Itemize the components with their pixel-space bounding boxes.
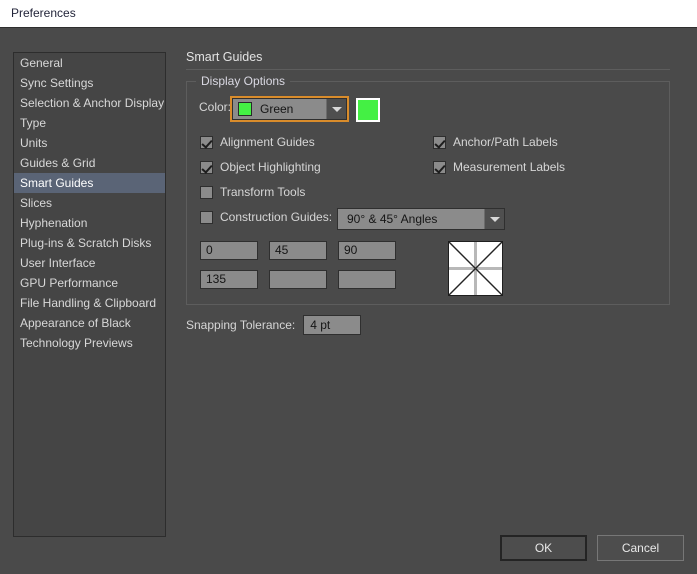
display-options-legend: Display Options [196, 74, 291, 88]
angle-input-2[interactable]: 45 [269, 241, 327, 260]
sidebar-item[interactable]: User Interface [14, 253, 165, 273]
angle-input-1[interactable]: 0 [200, 241, 258, 260]
checkbox-box [200, 135, 213, 149]
sidebar-item[interactable]: Units [14, 133, 165, 153]
sidebar-item[interactable]: Hyphenation [14, 213, 165, 233]
checkbox-label: Object Highlighting [220, 160, 321, 174]
sidebar-item[interactable]: General [14, 53, 165, 73]
sidebar-item[interactable]: Selection & Anchor Display [14, 93, 165, 113]
color-label: Color: [199, 100, 232, 114]
sidebar-item[interactable]: Appearance of Black [14, 313, 165, 333]
checkbox-label: Alignment Guides [220, 135, 315, 149]
sidebar-item[interactable]: Smart Guides [14, 173, 165, 193]
construction-guides-value: 90° & 45° Angles [347, 212, 438, 226]
window-title-bar: Preferences [0, 0, 697, 28]
snapping-tolerance-input[interactable]: 4 pt [303, 315, 362, 335]
angle-input-5[interactable] [269, 270, 327, 289]
sidebar-item[interactable]: Sync Settings [14, 73, 165, 93]
sidebar-item[interactable]: Guides & Grid [14, 153, 165, 173]
window-title: Preferences [11, 6, 76, 20]
angle-input-4[interactable]: 135 [200, 270, 258, 289]
checkbox-object-highlighting[interactable]: Object Highlighting [200, 160, 321, 174]
angle-preview-graphic [448, 241, 503, 296]
cancel-button[interactable]: Cancel [597, 535, 684, 561]
sidebar-item[interactable]: Slices [14, 193, 165, 213]
checkbox-label: Measurement Labels [453, 160, 566, 174]
checkbox-box [200, 185, 213, 199]
checkbox-measurement-labels[interactable]: Measurement Labels [433, 160, 565, 174]
checkbox-box [200, 210, 213, 224]
sidebar-item[interactable]: Type [14, 113, 165, 133]
sidebar-item[interactable]: Technology Previews [14, 333, 165, 353]
checkbox-label: Transform Tools [220, 185, 306, 199]
checkbox-box [200, 160, 213, 174]
checkbox-box [433, 160, 446, 174]
angle-input-3[interactable]: 90 [338, 241, 396, 260]
preferences-category-list[interactable]: General Sync Settings Selection & Anchor D… [13, 52, 166, 537]
construction-guides-dropdown[interactable]: 90° & 45° Angles [337, 208, 505, 230]
color-dropdown[interactable]: Green [230, 96, 349, 122]
sidebar-item[interactable]: GPU Performance [14, 273, 165, 293]
color-swatch-fill [358, 100, 378, 120]
color-chip-icon [238, 102, 252, 116]
snapping-tolerance-label: Snapping Tolerance: [186, 318, 296, 332]
color-row: Color: [199, 100, 231, 114]
chevron-down-icon[interactable] [484, 209, 504, 229]
color-dropdown-value: Green [260, 102, 294, 116]
checkbox-label: Anchor/Path Labels [453, 135, 558, 149]
sidebar-item[interactable]: File Handling & Clipboard [14, 293, 165, 313]
snapping-tolerance-row: Snapping Tolerance: 4 pt [186, 315, 362, 335]
title-divider [186, 69, 670, 70]
checkbox-label: Construction Guides: [220, 210, 333, 224]
checkbox-alignment-guides[interactable]: Alignment Guides [200, 135, 315, 149]
ok-button[interactable]: OK [500, 535, 587, 561]
chevron-down-icon[interactable] [326, 99, 346, 119]
checkbox-transform-tools[interactable]: Transform Tools [200, 185, 305, 199]
preferences-dialog: General Sync Settings Selection & Anchor D… [0, 29, 697, 574]
angle-preview [448, 241, 503, 296]
checkbox-construction-guides[interactable]: Construction Guides: [200, 210, 332, 224]
sidebar-item[interactable]: Plug-ins & Scratch Disks [14, 233, 165, 253]
angle-input-6[interactable] [338, 270, 396, 289]
checkbox-box [433, 135, 446, 149]
page-title: Smart Guides [186, 50, 263, 64]
checkbox-anchor-path-labels[interactable]: Anchor/Path Labels [433, 135, 558, 149]
color-swatch-preview[interactable] [356, 98, 380, 122]
display-options-group: Display Options Color: Green Alignment G… [186, 74, 670, 305]
